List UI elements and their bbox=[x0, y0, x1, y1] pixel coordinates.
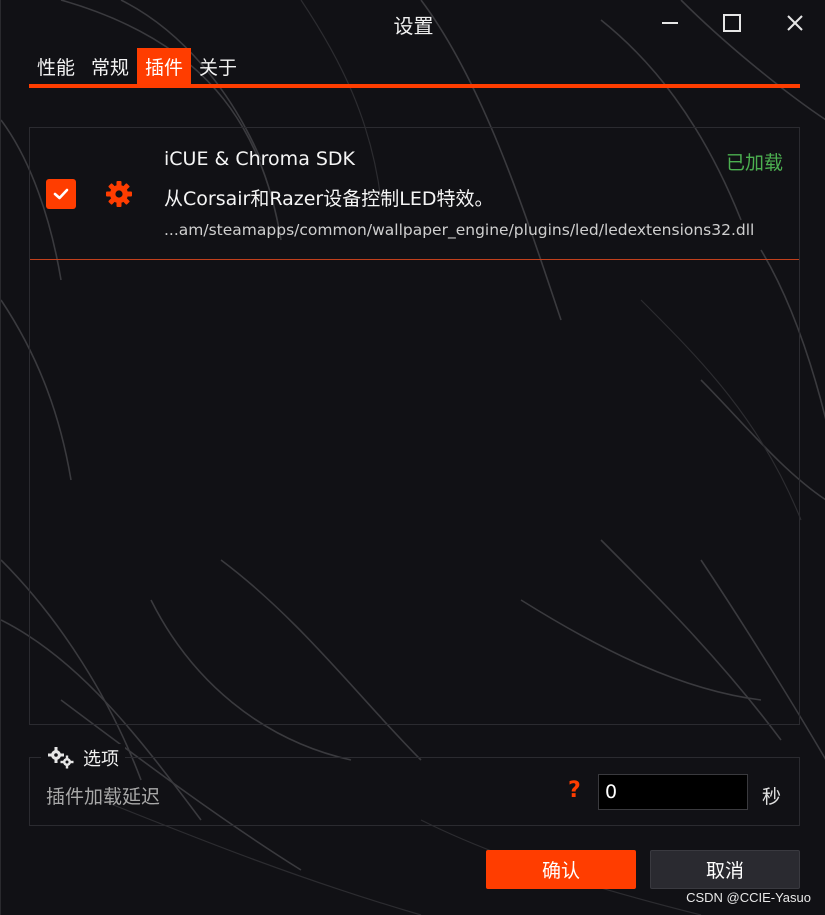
minimize-button[interactable] bbox=[652, 8, 688, 38]
tab-bar: 性能 常规 插件 关于 bbox=[29, 48, 245, 84]
close-icon bbox=[787, 15, 803, 31]
cancel-button[interactable]: 取消 bbox=[650, 850, 800, 889]
tab-performance[interactable]: 性能 bbox=[29, 48, 83, 84]
maximize-icon bbox=[723, 14, 741, 32]
plugin-name: iCUE & Chroma SDK bbox=[164, 148, 356, 170]
tab-plugins[interactable]: 插件 bbox=[137, 48, 192, 84]
tab-about[interactable]: 关于 bbox=[191, 48, 245, 84]
options-section-label: 选项 bbox=[83, 749, 119, 770]
plugin-delay-label: 插件加载延迟 bbox=[46, 786, 161, 808]
options-panel: 插件加载延迟 ? 秒 bbox=[29, 757, 800, 826]
settings-window: 设置 性能 常规 插件 关于 iCUE & Chroma SDK 已加载 从Co… bbox=[0, 0, 825, 915]
plugin-path: ...am/steamapps/common/wallpaper_engine/… bbox=[164, 221, 755, 239]
delay-unit: 秒 bbox=[762, 786, 782, 808]
plugin-list: iCUE & Chroma SDK 已加载 从Corsair和Razer设备控制… bbox=[29, 127, 800, 725]
close-button[interactable] bbox=[777, 8, 813, 38]
plugin-delay-input[interactable] bbox=[598, 774, 748, 810]
plugin-description: 从Corsair和Razer设备控制LED特效。 bbox=[164, 188, 494, 210]
title-bar: 设置 bbox=[1, 0, 825, 46]
watermark: CSDN @CCIE-Yasuo bbox=[686, 890, 811, 905]
tab-underline bbox=[29, 84, 800, 88]
plugin-enabled-checkbox[interactable] bbox=[46, 179, 76, 209]
plugin-row: iCUE & Chroma SDK 已加载 从Corsair和Razer设备控制… bbox=[30, 128, 799, 260]
confirm-button[interactable]: 确认 bbox=[486, 850, 636, 889]
gear-icon bbox=[106, 181, 132, 207]
window-title: 设置 bbox=[393, 14, 434, 38]
check-icon bbox=[53, 188, 69, 200]
minimize-icon bbox=[662, 22, 678, 24]
help-icon[interactable]: ? bbox=[568, 778, 581, 803]
gears-icon bbox=[48, 747, 74, 769]
plugin-status: 已加载 bbox=[725, 152, 783, 174]
plugin-settings-button[interactable] bbox=[104, 179, 134, 209]
maximize-button[interactable] bbox=[714, 8, 750, 38]
options-section-header: 选项 bbox=[41, 744, 125, 772]
tab-general[interactable]: 常规 bbox=[83, 48, 137, 84]
